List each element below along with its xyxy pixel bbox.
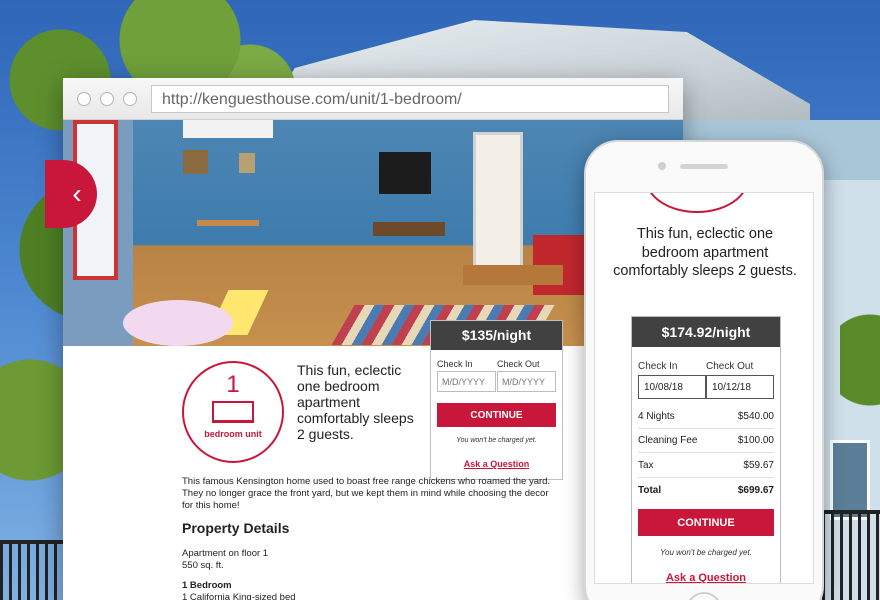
check-out-label-mobile: Check Out bbox=[706, 361, 754, 372]
check-in-input[interactable] bbox=[437, 371, 496, 392]
line-label: Total bbox=[638, 484, 662, 496]
check-out-input[interactable] bbox=[497, 371, 556, 392]
phone-screen: This fun, eclectic one bedroom apartment… bbox=[594, 192, 814, 584]
phone-camera bbox=[658, 162, 666, 170]
line-amount: $59.67 bbox=[743, 460, 774, 471]
ask-question-link[interactable]: Ask a Question bbox=[431, 459, 562, 469]
detail-floor: Apartment on floor 1 bbox=[182, 548, 269, 559]
window-close-dot[interactable] bbox=[77, 92, 91, 106]
air-conditioner bbox=[183, 120, 273, 138]
check-out-input-mobile[interactable] bbox=[706, 375, 774, 399]
dining-table bbox=[197, 220, 259, 270]
line-nights: 4 Nights $540.00 bbox=[638, 405, 774, 429]
detail-size: 550 sq. ft. bbox=[182, 560, 224, 571]
booking-card-mobile: $174.92/night Check In Check Out 4 Night… bbox=[631, 316, 781, 583]
browser-toolbar: http://kenguesthouse.com/unit/1-bedroom/ bbox=[63, 78, 683, 120]
line-tax: Tax $59.67 bbox=[638, 454, 774, 478]
flower-bouquet bbox=[123, 300, 233, 346]
unit-badge-partial bbox=[645, 193, 749, 213]
line-total: Total $699.67 bbox=[638, 478, 774, 502]
check-in-input-mobile[interactable] bbox=[638, 375, 706, 399]
phone-mockup: This fun, eclectic one bedroom apartment… bbox=[584, 140, 824, 600]
listing-description: This famous Kensington home used to boas… bbox=[182, 476, 551, 511]
iron-fence-right bbox=[822, 510, 880, 600]
bed-icon bbox=[212, 401, 254, 423]
line-label: Tax bbox=[638, 460, 654, 471]
check-out-label: Check Out bbox=[497, 359, 540, 369]
continue-button-mobile[interactable]: CONTINUE bbox=[638, 509, 774, 536]
bedroom-heading: 1 Bedroom bbox=[182, 580, 232, 591]
line-cleaning-fee: Cleaning Fee $100.00 bbox=[638, 429, 774, 453]
bedroom-detail: 1 California King-sized bed bbox=[182, 592, 296, 600]
listing-intro: This fun, eclectic one bedroom apartment… bbox=[297, 362, 414, 442]
chevron-left-icon: ‹ bbox=[72, 178, 82, 209]
console-table bbox=[373, 222, 445, 236]
phone-speaker bbox=[680, 164, 728, 169]
doorway bbox=[473, 132, 523, 282]
unit-number: 1 bbox=[226, 371, 240, 398]
wall-frame bbox=[239, 153, 255, 173]
line-amount: $699.67 bbox=[737, 484, 774, 496]
television bbox=[379, 152, 431, 194]
nightly-price: $135/night bbox=[431, 321, 562, 350]
unit-badge: 1 bedroom unit bbox=[182, 361, 284, 463]
address-bar[interactable]: http://kenguesthouse.com/unit/1-bedroom/ bbox=[151, 85, 669, 113]
unit-label: bedroom unit bbox=[204, 429, 262, 439]
continue-button[interactable]: CONTINUE bbox=[437, 403, 556, 427]
nightly-price-mobile: $174.92/night bbox=[632, 317, 780, 347]
window-maximize-dot[interactable] bbox=[123, 92, 137, 106]
line-label: 4 Nights bbox=[638, 411, 675, 422]
window-minimize-dot[interactable] bbox=[100, 92, 114, 106]
check-in-label: Check In bbox=[437, 359, 473, 369]
charge-note: You won't be charged yet. bbox=[456, 437, 537, 444]
booking-card: $135/night Check In Check Out CONTINUE Y… bbox=[430, 320, 563, 480]
line-amount: $100.00 bbox=[737, 435, 774, 446]
iron-fence-left bbox=[0, 540, 66, 600]
wall-frame bbox=[183, 150, 208, 174]
property-details-title: Property Details bbox=[182, 520, 290, 536]
listing-intro-mobile: This fun, eclectic one bedroom apartment… bbox=[613, 226, 797, 279]
ask-question-link-mobile[interactable]: Ask a Question bbox=[632, 572, 780, 583]
coffee-table bbox=[463, 265, 563, 285]
charge-note-mobile: You won't be charged yet. bbox=[660, 548, 752, 557]
line-amount: $540.00 bbox=[737, 411, 774, 422]
line-label: Cleaning Fee bbox=[638, 435, 698, 446]
tree-foliage-right bbox=[840, 280, 880, 520]
check-in-label-mobile: Check In bbox=[638, 361, 678, 372]
phone-home-button[interactable] bbox=[686, 592, 722, 600]
